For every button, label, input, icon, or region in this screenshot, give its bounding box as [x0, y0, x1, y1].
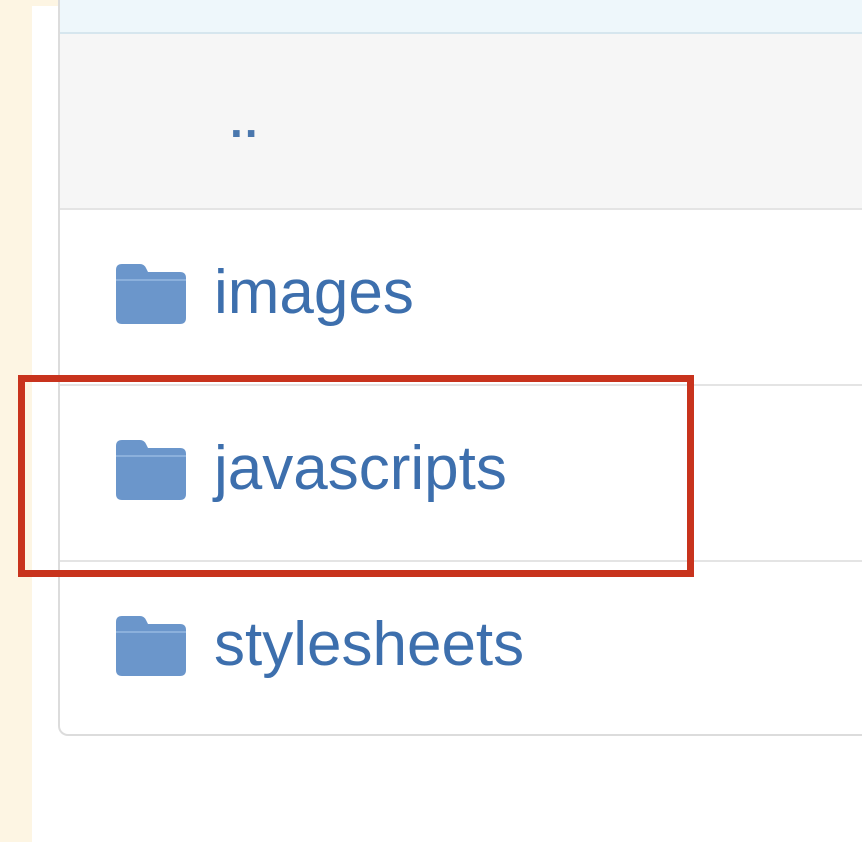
file-list-header: [60, 0, 862, 34]
folder-label-images: images: [214, 258, 414, 327]
file-row-javascripts: javascripts: [60, 386, 862, 562]
parent-directory-row: ..: [60, 34, 862, 210]
folder-icon: [112, 612, 188, 678]
folder-link-images[interactable]: images: [112, 260, 414, 326]
folder-icon: [112, 260, 188, 326]
file-row-stylesheets: stylesheets: [60, 562, 862, 734]
folder-label-stylesheets: stylesheets: [214, 610, 525, 679]
folder-link-javascripts[interactable]: javascripts: [112, 436, 507, 502]
folder-icon: [112, 436, 188, 502]
file-list-table: .. images javascripts stylesheets: [58, 0, 862, 736]
parent-directory-link[interactable]: ..: [230, 94, 260, 148]
folder-link-stylesheets[interactable]: stylesheets: [112, 612, 524, 678]
page-margin: [0, 0, 32, 842]
folder-label-javascripts: javascripts: [214, 434, 507, 503]
file-row-images: images: [60, 210, 862, 386]
